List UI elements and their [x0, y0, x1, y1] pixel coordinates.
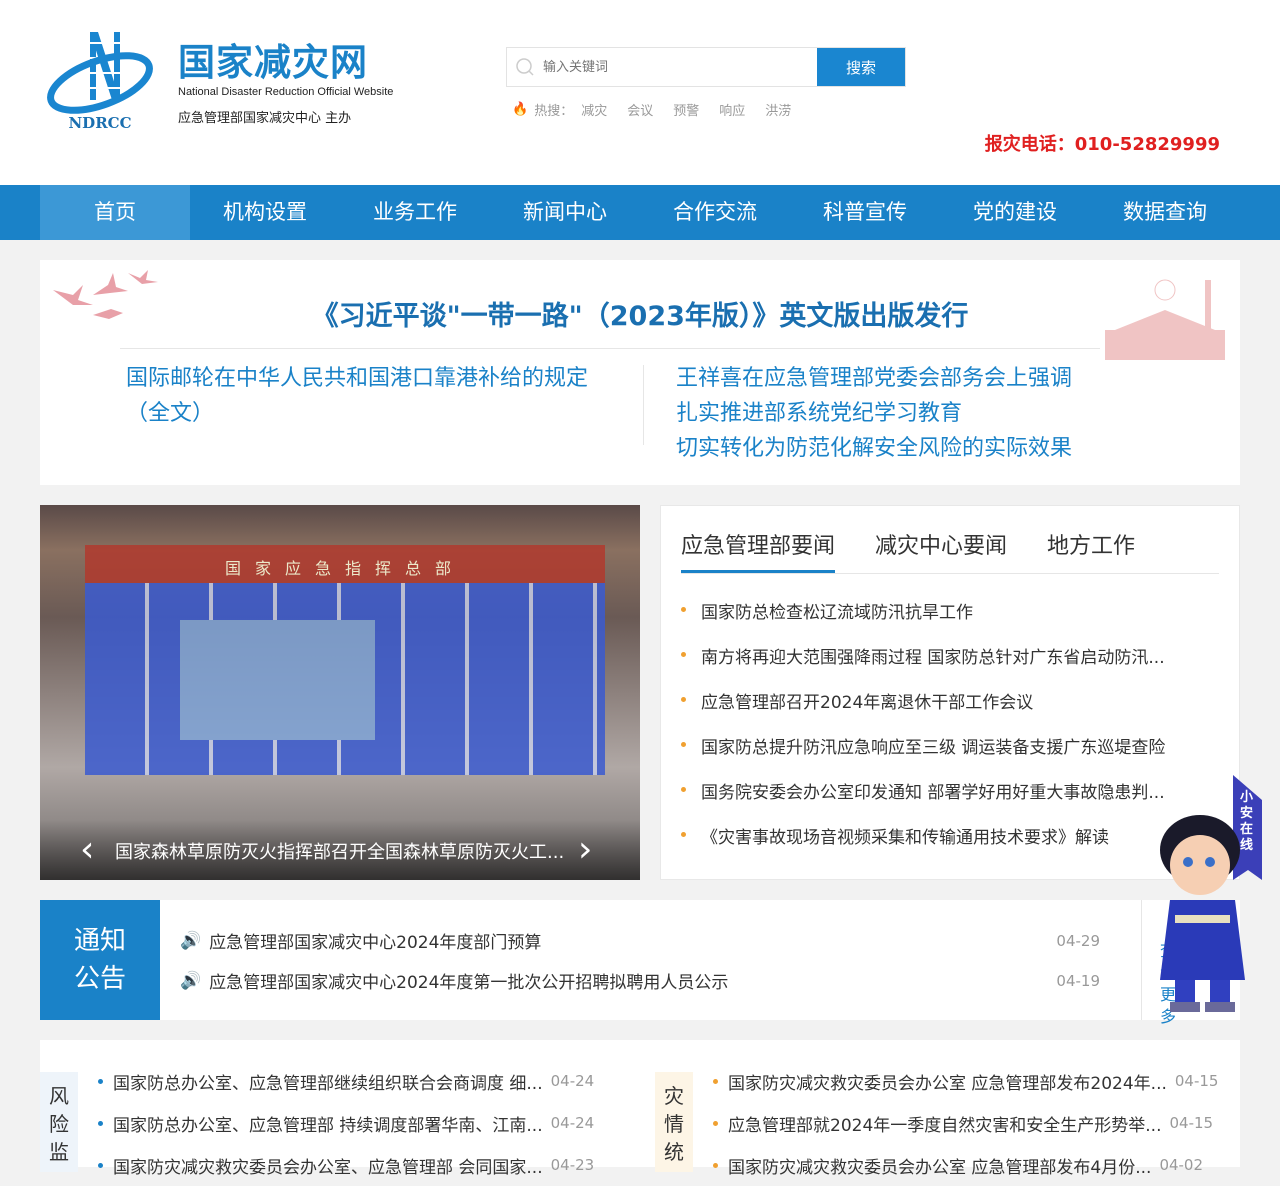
- news-item[interactable]: 国家防总检查松辽流域防汛抗旱工作: [681, 598, 1165, 643]
- divider: [120, 348, 1100, 349]
- nav-data[interactable]: 数据查询: [1090, 185, 1240, 240]
- hot-keyword[interactable]: 减灾: [581, 100, 607, 119]
- fire-icon: 🔥: [512, 102, 529, 117]
- risk-item[interactable]: 国家防总办公室、应急管理部 持续调度部署华南、江南... 04-24: [98, 1102, 594, 1144]
- site-subtitle-en: National Disaster Reduction Official Web…: [178, 86, 394, 98]
- hot-search: 🔥 热搜： 减灾 会议 预警 响应 洪涝: [512, 100, 811, 119]
- search-input[interactable]: [543, 48, 817, 86]
- search-icon: [507, 48, 543, 86]
- disaster-item[interactable]: 国家防灾减灾救灾委员会办公室 应急管理部发布4月份... 04-02: [713, 1144, 1218, 1186]
- banner-left-link[interactable]: 国际邮轮在中华人民共和国港口靠港补给的规定（全文）: [126, 361, 606, 431]
- banner-right-link-1[interactable]: 王祥喜在应急管理部党委会部务会上强调: [676, 361, 1072, 396]
- risk-item[interactable]: 国家防灾减灾救灾委员会办公室、应急管理部 会同国家... 04-23: [98, 1144, 594, 1186]
- chevron-right-icon[interactable]: ›: [578, 832, 592, 868]
- tab-ministry-news[interactable]: 应急管理部要闻: [681, 524, 836, 573]
- report-hotline: 报灾电话：010-52829999: [984, 134, 1220, 155]
- news-slider[interactable]: 国家应急指挥总部 国家森林草原防灭火指挥部召开全国森林草原防灭火工... ‹ ›: [40, 505, 640, 880]
- news-item[interactable]: 应急管理部召开2024年离退休干部工作会议: [681, 688, 1165, 733]
- hot-label: 热搜：: [534, 104, 574, 119]
- slide-image: 国家应急指挥总部: [85, 545, 605, 775]
- disaster-list: 国家防灾减灾救灾委员会办公室 应急管理部发布2024年... 04-15 应急管理…: [713, 1060, 1218, 1186]
- notice-item[interactable]: 🔊 应急管理部国家减灾中心2024年度部门预算 04-29: [180, 928, 1100, 954]
- nav-party[interactable]: 党的建设: [940, 185, 1090, 240]
- nav-business[interactable]: 业务工作: [340, 185, 490, 240]
- notice-item[interactable]: 🔊 应急管理部国家减灾中心2024年度第一批次公开招聘拟聘用人员公示 04-19: [180, 968, 1100, 994]
- disaster-item[interactable]: 国家防灾减灾救灾委员会办公室 应急管理部发布2024年... 04-15: [713, 1060, 1218, 1102]
- hot-keyword[interactable]: 洪涝: [765, 100, 791, 119]
- search-button[interactable]: 搜索: [817, 48, 905, 86]
- disaster-label[interactable]: 灾情统: [655, 1072, 693, 1172]
- notice-section: 通知 公告 🔊 应急管理部国家减灾中心2024年度部门预算 04-29 🔊 应急管理部国…: [40, 900, 1240, 1026]
- hot-keyword[interactable]: 会议: [627, 100, 653, 119]
- bottom-lists: 风险监 国家防总办公室、应急管理部继续组织联合会商调度 细... 04-24 国家…: [40, 1040, 1240, 1178]
- speaker-icon: 🔊: [180, 930, 202, 951]
- tab-center-news[interactable]: 减灾中心要闻: [875, 524, 1007, 573]
- news-item[interactable]: 国务院安委会办公室印发通知 部署学好用好重大事故隐患判...: [681, 778, 1165, 823]
- ndrcc-logo[interactable]: NDRCC: [42, 28, 157, 133]
- risk-list: 国家防总办公室、应急管理部继续组织联合会商调度 细... 04-24 国家防总办公…: [98, 1060, 594, 1186]
- mascot-ribbon-label[interactable]: 小安在线: [1240, 790, 1256, 854]
- risk-label[interactable]: 风险监: [40, 1072, 78, 1172]
- speaker-icon: 🔊: [180, 970, 202, 991]
- news-item[interactable]: 《灾害事故现场音视频采集和传输通用技术要求》解读: [681, 823, 1165, 868]
- divider: [643, 365, 644, 445]
- headline-link[interactable]: 《习近平谈"一带一路"（2023年版）》英文版出版发行: [40, 294, 1240, 333]
- nav-science[interactable]: 科普宣传: [790, 185, 940, 240]
- hot-keyword[interactable]: 响应: [719, 100, 745, 119]
- header: NDRCC 国家减灾网 National Disaster Reduction …: [0, 0, 1280, 185]
- banner-right-link-2[interactable]: 扎实推进部系统党纪学习教育: [676, 396, 962, 431]
- risk-item[interactable]: 国家防总办公室、应急管理部继续组织联合会商调度 细... 04-24: [98, 1060, 594, 1102]
- nav-organization[interactable]: 机构设置: [190, 185, 340, 240]
- nav-cooperation[interactable]: 合作交流: [640, 185, 790, 240]
- disaster-item[interactable]: 应急管理部就2024年一季度自然灾害和安全生产形势举... 04-15: [713, 1102, 1218, 1144]
- slide-caption[interactable]: 国家森林草原防灭火指挥部召开全国森林草原防灭火工...: [40, 820, 640, 880]
- banner-right-link-3[interactable]: 切实转化为防范化解安全风险的实际效果: [676, 431, 1072, 466]
- hot-keyword[interactable]: 预警: [673, 100, 699, 119]
- headline-banner: 《习近平谈"一带一路"（2023年版）》英文版出版发行 国际邮轮在中华人民共和国…: [40, 260, 1240, 485]
- news-item[interactable]: 国家防总提升防汛应急响应至三级 调运装备支援广东巡堤查险: [681, 733, 1165, 778]
- site-title: 国家减灾网: [178, 41, 368, 84]
- tab-local-work[interactable]: 地方工作: [1047, 524, 1135, 573]
- site-host: 应急管理部国家减灾中心 主办: [178, 111, 352, 126]
- chevron-left-icon[interactable]: ‹: [80, 832, 94, 868]
- mascot-assistant[interactable]: 小安在线: [1140, 770, 1270, 1030]
- search-box: 搜索: [506, 47, 906, 87]
- notice-label: 通知 公告: [40, 900, 160, 1020]
- news-item[interactable]: 南方将再迎大范围强降雨过程 国家防总针对广东省启动防汛...: [681, 643, 1165, 688]
- nav-home[interactable]: 首页: [40, 185, 190, 240]
- nav-news[interactable]: 新闻中心: [490, 185, 640, 240]
- svg-text:NDRCC: NDRCC: [68, 114, 131, 132]
- screen-title: 国家应急指挥总部: [224, 559, 465, 578]
- main-nav: 首页 机构设置 业务工作 新闻中心 合作交流 科普宣传 党的建设 数据查询: [0, 185, 1280, 240]
